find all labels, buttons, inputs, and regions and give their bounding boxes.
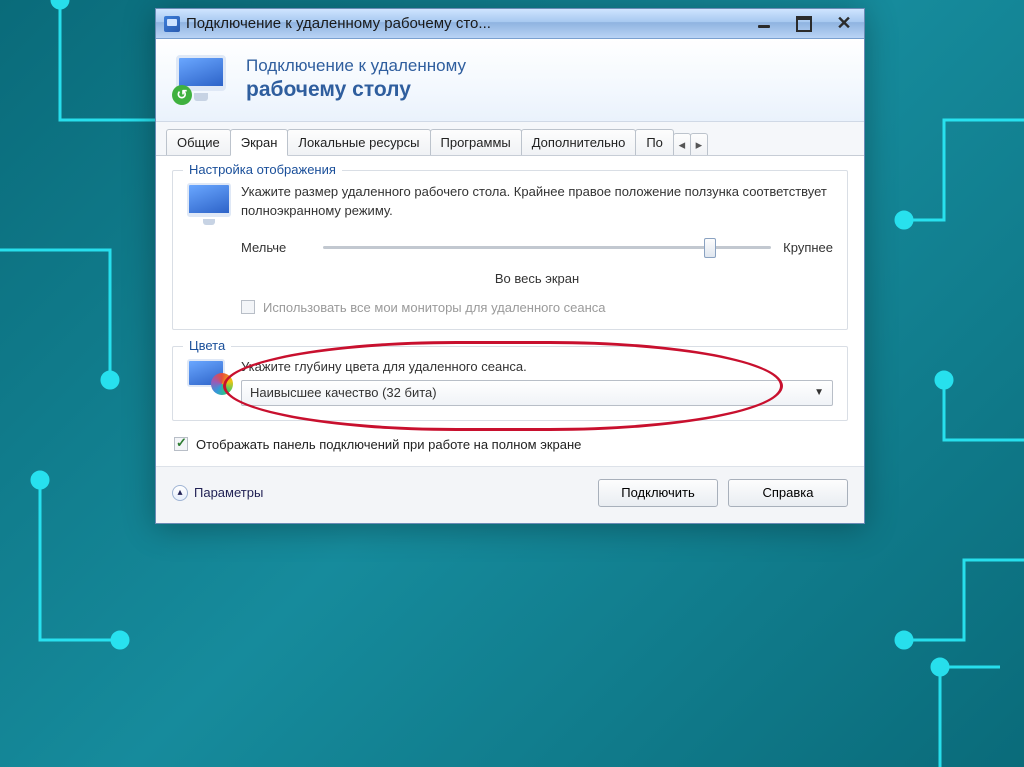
resolution-slider[interactable] — [323, 235, 771, 261]
group-colors-legend: Цвета — [183, 338, 231, 353]
minimize-button[interactable] — [744, 9, 784, 38]
group-display-legend: Настройка отображения — [183, 162, 342, 177]
tabs-scroll-left[interactable]: ◂ — [673, 133, 691, 155]
multi-monitor-checkbox[interactable] — [241, 300, 255, 314]
monitor-icon — [187, 183, 231, 217]
group-colors: Цвета Укажите глубину цвета для удаленно… — [172, 346, 848, 421]
window-title: Подключение к удаленному рабочему сто... — [186, 15, 744, 32]
color-depth-selected: Наивысшее качество (32 бита) — [250, 385, 437, 400]
tab-panel-display: Настройка отображения Укажите размер уда… — [156, 156, 864, 466]
banner-line1: Подключение к удаленному — [246, 56, 466, 76]
maximize-button[interactable] — [784, 9, 824, 38]
color-hint: Укажите глубину цвета для удаленного сеа… — [241, 359, 833, 374]
slider-min-label: Мельче — [241, 240, 311, 255]
tab-local-resources[interactable]: Локальные ресурсы — [287, 129, 430, 155]
help-button[interactable]: Справка — [728, 479, 848, 507]
rdp-banner-icon: ↺ — [174, 55, 232, 103]
banner: ↺ Подключение к удаленному рабочему стол… — [156, 39, 864, 122]
group-display: Настройка отображения Укажите размер уда… — [172, 170, 848, 330]
tab-advanced[interactable]: Дополнительно — [521, 129, 637, 155]
rdp-window: Подключение к удаленному рабочему сто...… — [155, 8, 865, 524]
show-connection-bar-label: Отображать панель подключений при работе… — [196, 437, 581, 452]
close-button[interactable]: ✕ — [824, 9, 864, 38]
color-icon — [187, 359, 231, 393]
slider-value-label: Во весь экран — [241, 271, 833, 286]
display-hint: Укажите размер удаленного рабочего стола… — [241, 183, 833, 221]
options-toggle[interactable]: ▴ Параметры — [172, 485, 263, 501]
multi-monitor-row: Использовать все мои мониторы для удален… — [241, 300, 833, 315]
chevron-down-icon: ▼ — [814, 387, 824, 398]
tabs: Общие Экран Локальные ресурсы Программы … — [156, 122, 864, 156]
options-label: Параметры — [194, 485, 263, 500]
show-connection-bar-checkbox[interactable] — [174, 437, 188, 451]
rdp-app-icon — [164, 16, 180, 32]
color-depth-dropdown[interactable]: Наивысшее качество (32 бита) ▼ — [241, 380, 833, 406]
tab-display[interactable]: Экран — [230, 129, 289, 156]
chevron-up-icon: ▴ — [172, 485, 188, 501]
tab-more[interactable]: По — [635, 129, 674, 155]
tabs-scroll-right[interactable]: ▸ — [690, 133, 708, 155]
footer: ▴ Параметры Подключить Справка — [156, 466, 864, 523]
tab-programs[interactable]: Программы — [430, 129, 522, 155]
connect-button[interactable]: Подключить — [598, 479, 718, 507]
titlebar[interactable]: Подключение к удаленному рабочему сто...… — [156, 9, 864, 39]
show-connection-bar-row: Отображать панель подключений при работе… — [174, 437, 848, 452]
multi-monitor-label: Использовать все мои мониторы для удален… — [263, 300, 606, 315]
tab-general[interactable]: Общие — [166, 129, 231, 155]
slider-max-label: Крупнее — [783, 240, 833, 255]
banner-line2: рабочему столу — [246, 78, 466, 102]
slider-thumb[interactable] — [704, 238, 716, 258]
